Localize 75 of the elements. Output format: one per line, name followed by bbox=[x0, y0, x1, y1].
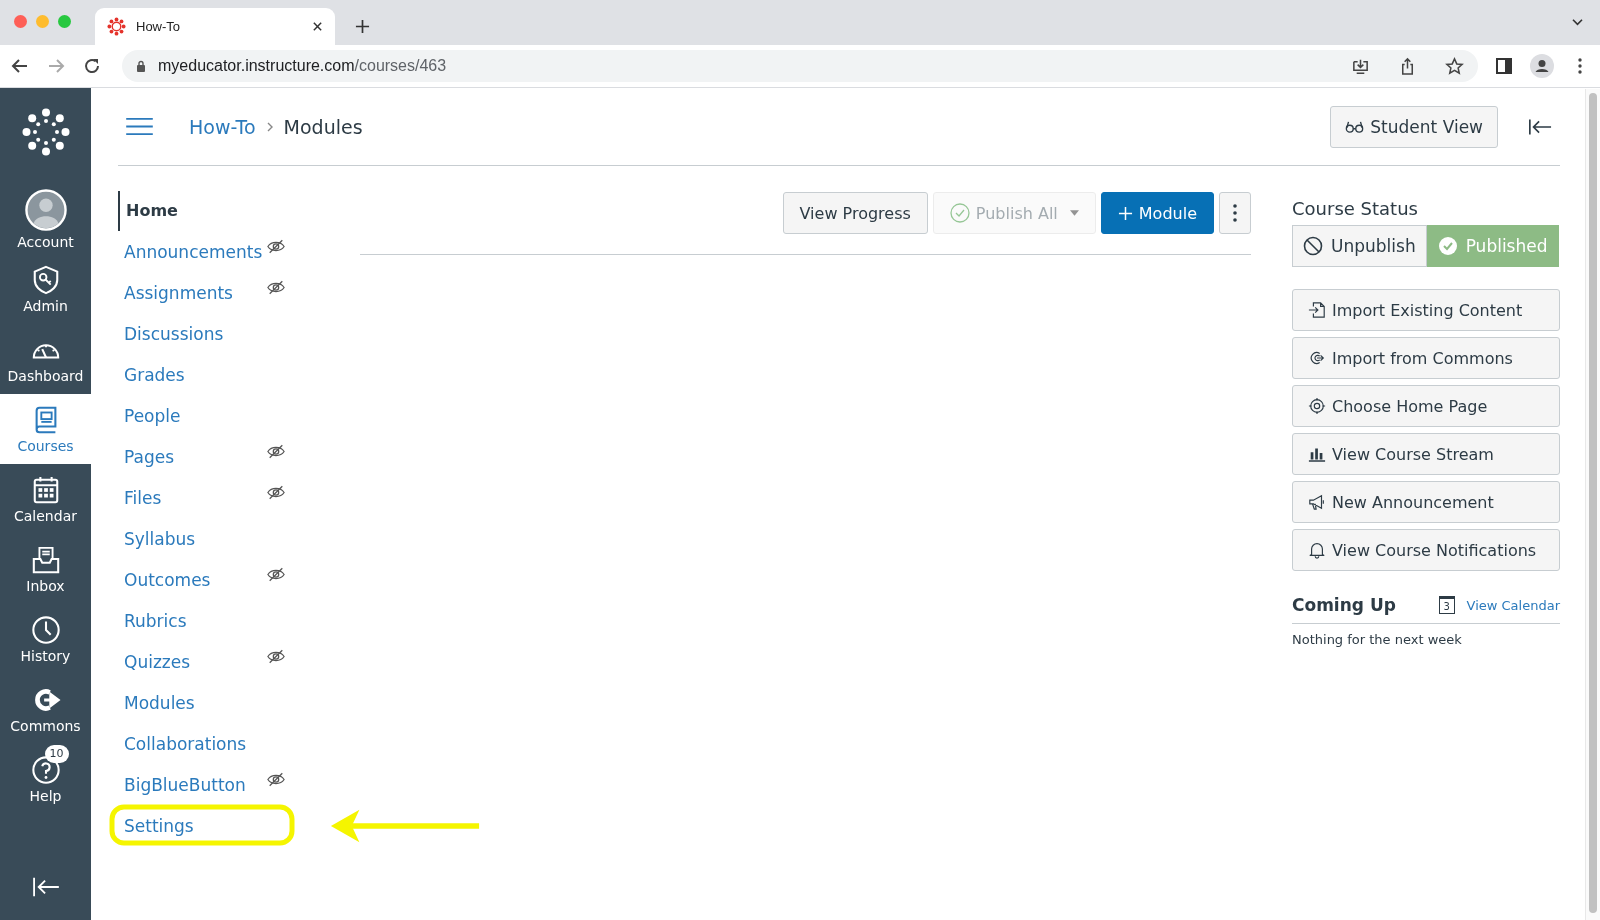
target-icon bbox=[1308, 397, 1326, 415]
lock-icon bbox=[136, 60, 146, 72]
canvas-logo-icon bbox=[107, 17, 126, 36]
view-progress-button[interactable]: View Progress bbox=[782, 192, 928, 234]
course-nav-link[interactable]: Discussions bbox=[118, 317, 224, 350]
check-circle-icon bbox=[949, 203, 970, 223]
check-circle-icon bbox=[1437, 236, 1458, 256]
star-icon[interactable] bbox=[1445, 56, 1464, 76]
global-nav-item[interactable]: Inbox bbox=[0, 534, 91, 604]
megaphone-icon bbox=[1308, 493, 1326, 511]
course-action-button[interactable]: Choose Home Page bbox=[1292, 385, 1560, 427]
global-nav-item[interactable]: Calendar bbox=[0, 464, 91, 534]
glasses-icon bbox=[1345, 120, 1365, 133]
course-action-button[interactable]: View Course Stream bbox=[1292, 433, 1560, 475]
reload-icon[interactable] bbox=[82, 56, 102, 76]
side-panel-icon[interactable] bbox=[1494, 56, 1514, 76]
caret-icon bbox=[1069, 210, 1079, 216]
course-nav-link[interactable]: Syllabus bbox=[118, 522, 196, 555]
menu-icon[interactable] bbox=[126, 117, 153, 136]
collapse-icon[interactable] bbox=[30, 876, 61, 898]
course-action-button[interactable]: New Announcement bbox=[1292, 481, 1560, 523]
clock-icon bbox=[30, 614, 61, 645]
global-nav-item[interactable]: Commons bbox=[0, 674, 91, 744]
course-status-heading: Course Status bbox=[1292, 198, 1419, 219]
unpublish-button[interactable]: Unpublish bbox=[1292, 225, 1427, 267]
calendar-icon: 3 bbox=[1438, 596, 1455, 614]
close-tab-icon[interactable] bbox=[312, 21, 323, 32]
inbox-tray-icon bbox=[30, 544, 61, 575]
chevron-down-icon[interactable] bbox=[1571, 18, 1584, 27]
more-options-button[interactable] bbox=[1219, 192, 1251, 234]
bell-icon bbox=[1308, 541, 1326, 559]
course-action-button[interactable]: Import from Commons bbox=[1292, 337, 1560, 379]
course-nav-link[interactable]: Rubrics bbox=[118, 604, 187, 637]
view-calendar-link[interactable]: View Calendar bbox=[1466, 597, 1560, 613]
course-nav-link[interactable]: Collaborations bbox=[118, 727, 247, 760]
course-nav-link[interactable]: People bbox=[118, 399, 181, 432]
coming-up-heading: Coming Up bbox=[1292, 595, 1397, 615]
current-page-title: Modules bbox=[283, 115, 363, 138]
prohibited-icon bbox=[1303, 236, 1323, 256]
course-nav-link[interactable]: Outcomes bbox=[118, 563, 211, 596]
empty-message: Nothing for the next week bbox=[1292, 632, 1463, 647]
course-nav-link[interactable]: Files bbox=[118, 481, 162, 514]
global-nav-item[interactable]: History bbox=[0, 604, 91, 674]
commons-icon bbox=[1308, 349, 1326, 367]
course-nav-link[interactable]: Pages bbox=[118, 440, 174, 473]
avatar-icon bbox=[24, 188, 67, 231]
global-nav-item[interactable]: 10 Help bbox=[0, 744, 91, 814]
course-nav-link[interactable]: BigBlueButton bbox=[118, 768, 246, 801]
kebab-icon bbox=[1233, 204, 1237, 222]
course-action-button[interactable]: Import Existing Content bbox=[1292, 289, 1560, 331]
browser-tab[interactable]: How-To bbox=[95, 8, 335, 45]
import-icon bbox=[1308, 301, 1326, 319]
breadcrumb-link[interactable]: How-To bbox=[189, 115, 256, 138]
collapse-icon[interactable] bbox=[1528, 117, 1552, 136]
scrollbar[interactable] bbox=[1585, 89, 1600, 920]
chevron-right-icon bbox=[265, 120, 274, 133]
course-nav-link[interactable]: Home bbox=[118, 190, 178, 231]
notification-badge: 10 bbox=[44, 744, 69, 763]
course-nav-link[interactable]: Assignments bbox=[118, 276, 233, 309]
course-nav-link[interactable]: Quizzes bbox=[118, 645, 191, 678]
global-nav-item[interactable]: Admin bbox=[0, 254, 91, 324]
course-nav-link[interactable]: Modules bbox=[118, 686, 195, 719]
global-nav-item[interactable]: Account bbox=[0, 184, 91, 254]
new-tab-icon[interactable] bbox=[355, 19, 370, 34]
course-nav-link[interactable]: Announcements bbox=[118, 235, 263, 268]
plus-icon bbox=[1117, 205, 1133, 221]
course-action-button[interactable]: View Course Notifications bbox=[1292, 529, 1560, 571]
course-nav-link[interactable]: Grades bbox=[118, 358, 185, 391]
global-nav-item[interactable]: Courses bbox=[0, 394, 91, 464]
add-module-button[interactable]: Module bbox=[1100, 192, 1214, 234]
global-nav-item[interactable]: Dashboard bbox=[0, 324, 91, 394]
student-view-button[interactable]: Student View bbox=[1330, 105, 1498, 148]
address-field[interactable]: myeducator.instructure.com/courses/463 bbox=[122, 50, 1478, 82]
profile-icon[interactable] bbox=[1530, 54, 1554, 78]
canvas-logo-icon[interactable] bbox=[21, 108, 70, 156]
